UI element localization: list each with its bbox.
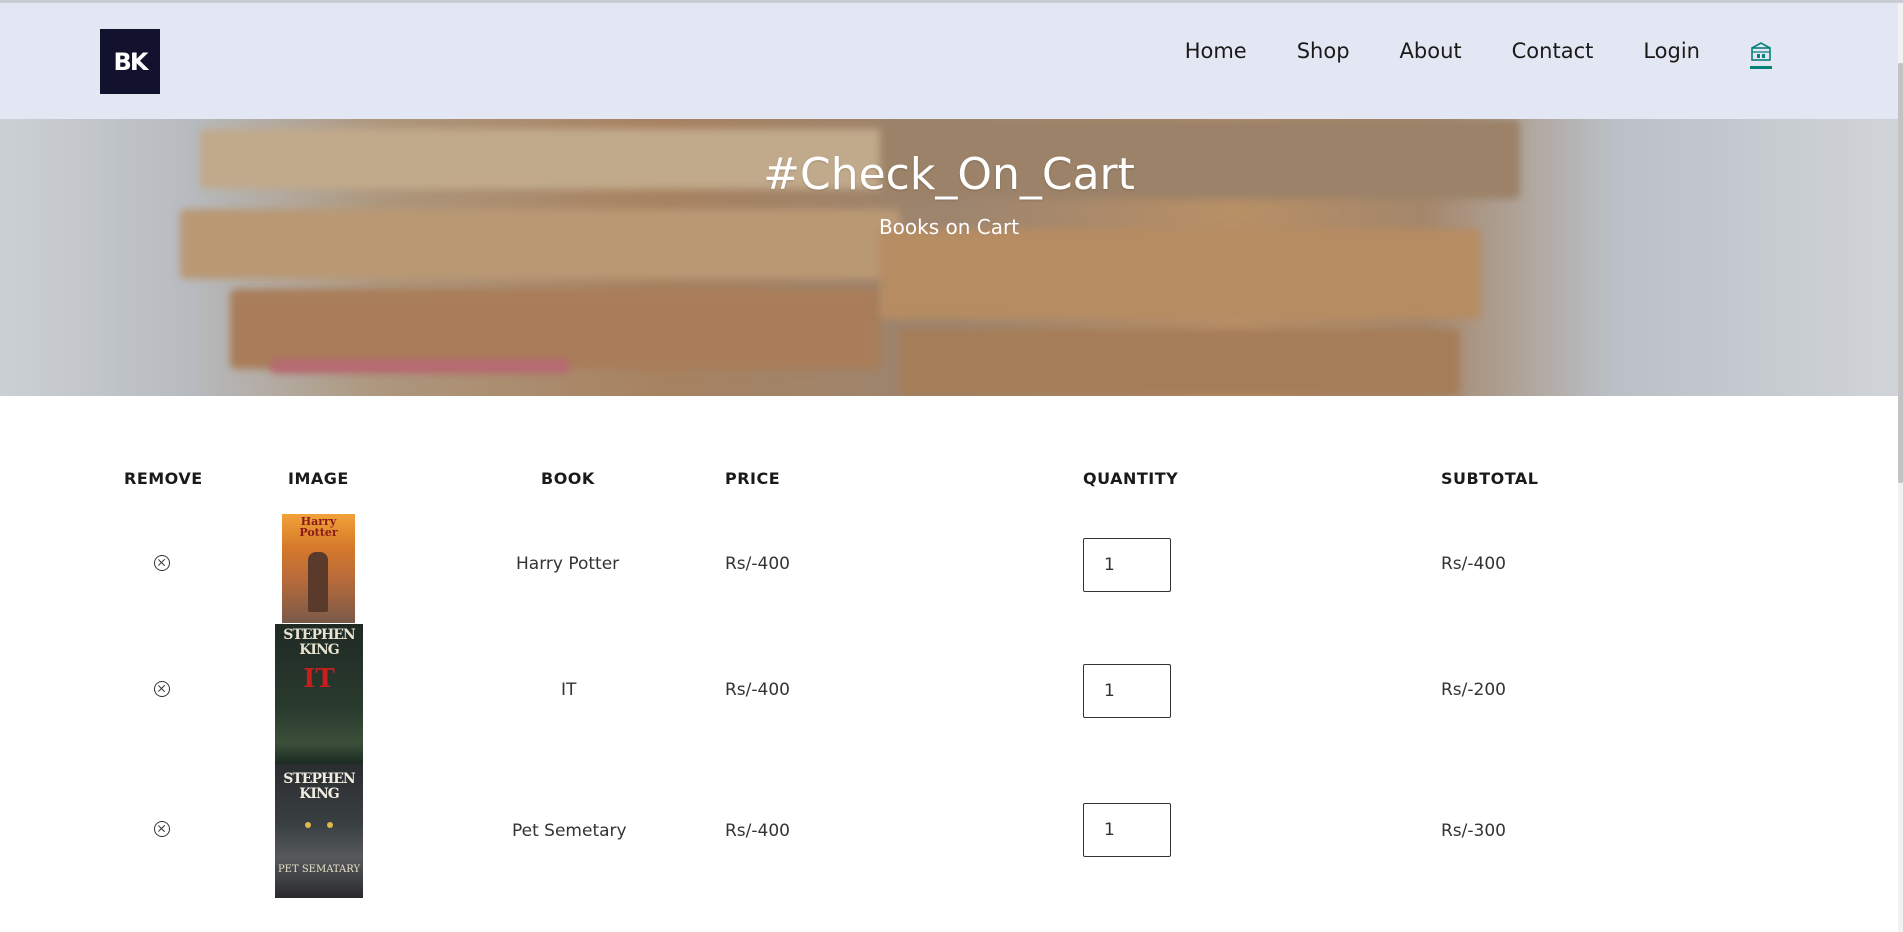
- page-subtitle: Books on Cart: [878, 215, 1020, 239]
- book-title: Harry Potter: [516, 554, 620, 574]
- header-image: IMAGE: [288, 469, 349, 488]
- quantity-input[interactable]: [1083, 803, 1171, 857]
- logo-text: BK: [113, 47, 149, 76]
- cover-title: PET SEMATARY: [277, 864, 361, 875]
- header-quantity: QUANTITY: [1083, 469, 1179, 488]
- nav-home[interactable]: Home: [1185, 39, 1247, 63]
- header-subtotal: SUBTOTAL: [1441, 469, 1539, 488]
- book-cover-image: STEPHEN KING PET SEMATARY: [275, 764, 363, 898]
- remove-icon[interactable]: [154, 555, 170, 571]
- table-row: Harry Potter Harry Potter Rs/-400 Rs/-40…: [0, 514, 1898, 624]
- site-header: BK Home Shop About Contact Login: [0, 3, 1898, 119]
- remove-icon[interactable]: [154, 821, 170, 837]
- table-row: STEPHEN KING IT IT Rs/-400 Rs/-200: [0, 624, 1898, 764]
- book-title: IT: [561, 680, 577, 700]
- nav-contact[interactable]: Contact: [1512, 39, 1594, 63]
- header-remove: REMOVE: [124, 469, 203, 488]
- scrollbar[interactable]: [1898, 3, 1903, 932]
- book-cover-image: STEPHEN KING IT: [275, 624, 363, 764]
- remove-icon[interactable]: [154, 681, 170, 697]
- cover-title: Harry Potter: [299, 515, 338, 539]
- brand-logo[interactable]: BK: [100, 29, 160, 94]
- cover-title: IT: [303, 664, 335, 694]
- nav-about[interactable]: About: [1400, 39, 1462, 63]
- page-title: #Check_On_Cart: [763, 149, 1135, 200]
- cover-cat-eye: [327, 822, 333, 828]
- quantity-input[interactable]: [1083, 538, 1171, 592]
- active-underline: [1750, 66, 1772, 69]
- page-hero: #Check_On_Cart Books on Cart: [0, 119, 1898, 396]
- book-price: Rs/-400: [725, 680, 790, 700]
- table-row: STEPHEN KING PET SEMATARY Pet Semetary R…: [0, 764, 1898, 898]
- quantity-input[interactable]: [1083, 664, 1171, 718]
- header-book: BOOK: [541, 469, 595, 488]
- nav-shop[interactable]: Shop: [1297, 39, 1350, 63]
- row-subtotal: Rs/-400: [1441, 554, 1506, 574]
- main-nav: Home Shop About Contact Login: [1135, 37, 1772, 69]
- book-price: Rs/-400: [725, 821, 790, 841]
- row-subtotal: Rs/-300: [1441, 821, 1506, 841]
- book-title: Pet Semetary: [512, 821, 627, 841]
- row-subtotal: Rs/-200: [1441, 680, 1506, 700]
- bag-icon[interactable]: [1750, 37, 1772, 69]
- header-price: PRICE: [725, 469, 781, 488]
- book-price: Rs/-400: [725, 554, 790, 574]
- cover-figure: [308, 552, 328, 612]
- cover-author: STEPHEN KING: [283, 627, 355, 658]
- book-cover-image: Harry Potter: [282, 514, 355, 623]
- nav-login[interactable]: Login: [1643, 39, 1700, 63]
- cover-cat-eye: [305, 822, 311, 828]
- scrollbar-thumb[interactable]: [1898, 63, 1903, 483]
- cover-author: STEPHEN KING: [283, 771, 355, 802]
